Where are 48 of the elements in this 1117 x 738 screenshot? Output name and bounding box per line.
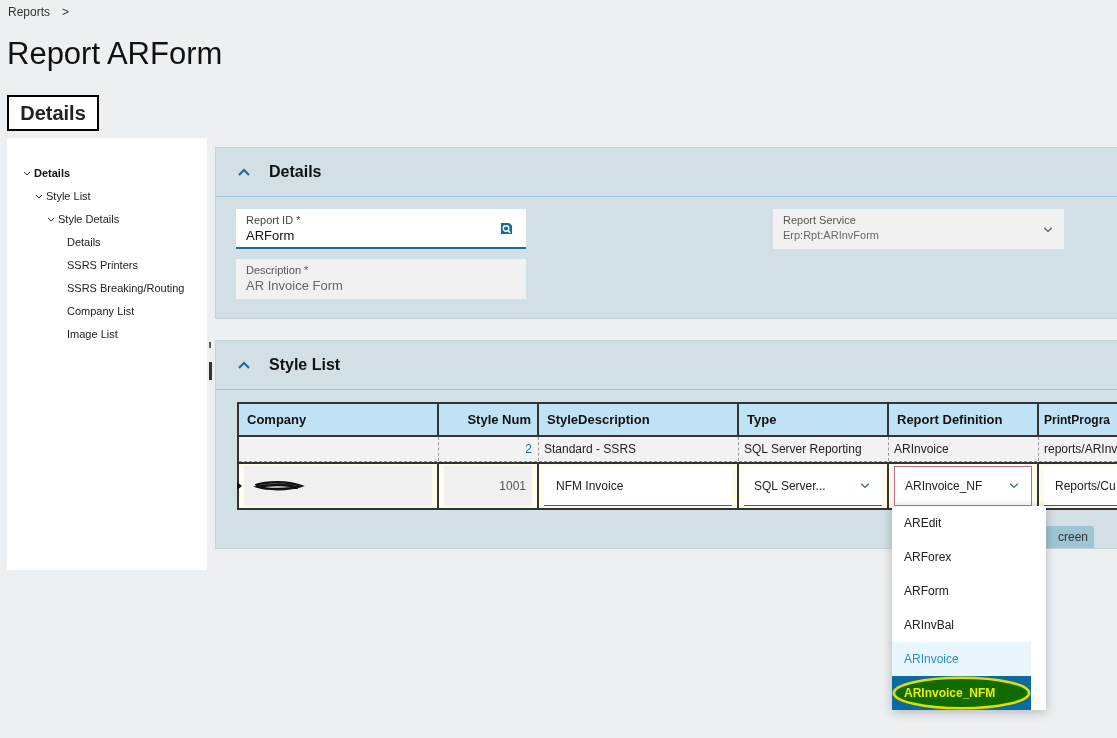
dropdown-field[interactable]: ARInvoice_NF bbox=[894, 466, 1032, 506]
table-cell-text: Standard - SSRS bbox=[543, 441, 637, 458]
dropdown-option[interactable]: ARInvBal bbox=[892, 608, 1031, 642]
chevron-down-icon[interactable] bbox=[860, 482, 870, 489]
search-icon[interactable] bbox=[500, 222, 513, 235]
dropdown-option[interactable]: ARForm bbox=[892, 574, 1031, 608]
column-header[interactable]: Company bbox=[239, 404, 439, 435]
column-header[interactable]: StyleDescription bbox=[539, 404, 739, 435]
column-header[interactable]: PrintProgra bbox=[1039, 404, 1117, 435]
tree-item[interactable]: Style Details bbox=[58, 211, 120, 228]
tree-item[interactable]: Style List bbox=[46, 188, 91, 205]
section-title: Details bbox=[269, 162, 322, 182]
table-cell-text: ARInvoice bbox=[893, 441, 949, 458]
table-cell-text: reports/ARInv bbox=[1043, 441, 1117, 458]
breadcrumb-separator: > bbox=[62, 4, 70, 21]
collapse-chevron-icon[interactable] bbox=[238, 168, 250, 176]
column-header[interactable]: Type bbox=[739, 404, 889, 435]
section-title: Style List bbox=[269, 355, 341, 375]
tree-item[interactable]: Details bbox=[34, 165, 71, 182]
tree-item[interactable]: SSRS Printers bbox=[67, 257, 138, 274]
column-header[interactable]: Report Definition bbox=[889, 404, 1039, 435]
collapse-chevron-icon[interactable] bbox=[238, 361, 250, 369]
details-tab[interactable]: Details bbox=[7, 95, 99, 131]
input-field[interactable]: 1001 bbox=[444, 466, 532, 506]
dropdown-option[interactable]: AREdit bbox=[892, 506, 1031, 540]
chevron-down-icon[interactable] bbox=[1009, 483, 1019, 489]
splitter-handle[interactable] bbox=[209, 342, 211, 348]
input-field[interactable]: Report ID * ARForm bbox=[236, 209, 526, 249]
table-cell-text: 2 bbox=[525, 441, 533, 458]
tree-item[interactable]: SSRS Breaking/Routing bbox=[67, 280, 185, 297]
input-field[interactable]: Reports/Cu bbox=[1044, 466, 1117, 506]
table-cell-text: SQL Server Reporting bbox=[743, 441, 862, 458]
dropdown-option[interactable]: ARForex bbox=[892, 540, 1031, 574]
input-field[interactable]: NFM Invoice bbox=[544, 466, 732, 506]
collapse-caret-icon[interactable] bbox=[35, 193, 43, 200]
splitter-grip[interactable] bbox=[209, 362, 212, 380]
breadcrumb-link[interactable]: Reports bbox=[8, 3, 51, 21]
page-title: Report ARForm bbox=[7, 35, 223, 73]
tree-item[interactable]: Image List bbox=[67, 326, 118, 343]
collapse-caret-icon[interactable] bbox=[23, 170, 31, 177]
row-indicator-icon bbox=[237, 482, 242, 490]
collapse-caret-icon[interactable] bbox=[47, 216, 55, 223]
tree-item[interactable]: Company List bbox=[67, 303, 135, 320]
dropdown-field[interactable]: SQL Server... bbox=[744, 466, 882, 506]
tree-item[interactable]: Details bbox=[67, 234, 101, 251]
company-field[interactable] bbox=[244, 466, 432, 506]
column-header[interactable]: Style Num bbox=[439, 404, 539, 435]
dropdown-option[interactable]: ARInvoice_NFM bbox=[892, 676, 1031, 710]
